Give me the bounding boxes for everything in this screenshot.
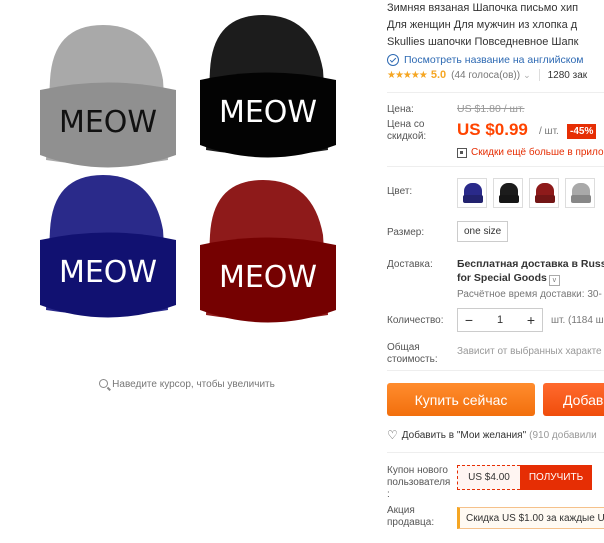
magnifier-icon: [99, 379, 109, 388]
seller-promo-label: Акция продавца:: [387, 505, 434, 529]
zoom-hint-text: Наведите курсор, чтобы увеличить: [112, 379, 275, 390]
swatch-hat-band: [571, 195, 591, 203]
quantity-input[interactable]: 1: [480, 314, 520, 326]
divider: [387, 452, 604, 453]
quantity-stepper: − 1 +: [457, 308, 543, 332]
swatch-hat-band: [535, 195, 555, 203]
swatch-hat-band: [463, 195, 483, 203]
app-promo-link[interactable]: Скидки ещё больше в прило: [457, 147, 604, 158]
rating-value: 5.0: [430, 69, 447, 81]
coupon-box: US $4.00 ПОЛУЧИТЬ: [457, 465, 592, 490]
separator: [538, 69, 540, 81]
quantity-label: Количество:: [387, 315, 444, 326]
color-label: Цвет:: [387, 186, 413, 197]
zoom-hint: Наведите курсор, чтобы увеличить: [0, 379, 374, 390]
hat-image: MEOW: [40, 25, 176, 168]
divider: [387, 92, 604, 93]
total-text: Зависит от выбранных характе: [457, 346, 602, 357]
star-icons: ★★★★★: [387, 69, 428, 81]
color-swatch-red[interactable]: [529, 178, 559, 208]
discount-badge: -45%: [567, 124, 597, 139]
divider: [387, 370, 604, 371]
coupon-label-line3: :: [387, 489, 390, 500]
shipping-info: Бесплатная доставка в Russia for Special…: [457, 257, 604, 286]
coupon-label: Купон нового пользователя :: [387, 465, 450, 501]
total-label-line1: Общая: [387, 342, 420, 353]
quantity-minus-button[interactable]: −: [458, 312, 480, 328]
wishlist-count: (910 добавили: [529, 429, 597, 441]
old-price: US $1.80 / шт.: [457, 103, 525, 115]
qr-code-icon: [457, 147, 467, 158]
translate-link[interactable]: Посмотреть название на английском: [387, 54, 604, 66]
app-promo-text: Скидки ещё больше в прило: [471, 147, 604, 158]
shipping-line2: for Special Goods: [457, 272, 547, 284]
divider: [387, 166, 604, 167]
color-swatch-navy[interactable]: [457, 178, 487, 208]
buy-now-button[interactable]: Купить сейчас: [387, 383, 535, 416]
product-gallery: MEOW MEOW MEOW MEOW Наведите курсор, чтобы …: [0, 0, 374, 543]
hat-text: MEOW: [219, 260, 317, 295]
orders-count: 1280 зак: [547, 69, 588, 81]
rating-votes[interactable]: (44 голоса(ов)): [451, 70, 520, 81]
chevron-down-icon[interactable]: ⌄: [523, 70, 531, 81]
current-price: US $0.99: [457, 120, 528, 139]
rating-row: ★★★★★ 5.0 (44 голоса(ов)) ⌄ 1280 зак: [387, 69, 604, 81]
total-label-line2: стоимость:: [387, 354, 438, 365]
shipping-label: Доставка:: [387, 259, 433, 270]
product-info: Зимняя вязаная Шапочка письмо хип Для же…: [387, 0, 604, 543]
get-coupon-button[interactable]: ПОЛУЧИТЬ: [520, 465, 592, 490]
hat-image: MEOW: [40, 175, 176, 318]
coupon-label-line2: пользователя: [387, 477, 451, 488]
chevron-down-icon[interactable]: v: [548, 275, 560, 286]
heart-icon: ♡: [387, 428, 398, 442]
wishlist-text: Добавить в "Мои желания": [401, 429, 527, 441]
hat-image: MEOW: [200, 180, 336, 323]
color-swatch-gray[interactable]: [565, 178, 595, 208]
color-swatches: [457, 178, 595, 208]
color-swatch-black[interactable]: [493, 178, 523, 208]
translate-icon: [387, 54, 399, 66]
shipping-line1: Бесплатная доставка в Russia: [457, 258, 604, 270]
title-line: Для женщин Для мужчин из хлопка д: [387, 19, 578, 31]
size-option[interactable]: one size: [457, 221, 509, 242]
coupon-value: US $4.00: [457, 465, 520, 490]
shipping-time: Расчётное время доставки: 30-: [457, 289, 602, 300]
hat-text: MEOW: [219, 95, 317, 130]
title-line: Зимняя вязаная Шапочка письмо хип: [387, 2, 579, 14]
quantity-plus-button[interactable]: +: [520, 312, 542, 328]
quantity-available: шт. (1184 ш: [551, 315, 604, 326]
hat-image: MEOW: [200, 15, 336, 158]
coupon-label-line1: Купон нового: [387, 465, 448, 476]
hat-text: MEOW: [59, 255, 157, 290]
seller-promo: Скидка US $1.00 за каждые US: [457, 507, 604, 529]
seller-promo-label-line2: продавца:: [387, 517, 435, 528]
swatch-hat-band: [499, 195, 519, 203]
title-line: Skullies шапочки Повседневное Шапк: [387, 36, 579, 48]
seller-promo-label-line1: Акция: [387, 505, 415, 516]
size-label: Размер:: [387, 227, 425, 238]
hat-text: MEOW: [59, 105, 157, 140]
product-image[interactable]: MEOW MEOW MEOW MEOW: [18, 0, 358, 370]
price-unit: / шт.: [539, 126, 559, 137]
product-title: Зимняя вязаная Шапочка письмо хип Для же…: [387, 0, 604, 51]
wishlist-link[interactable]: ♡ Добавить в "Мои желания" (910 добавили: [387, 428, 597, 442]
discount-price-label: Цена со скидкой:: [387, 119, 427, 142]
translate-link-text: Посмотреть название на английском: [404, 54, 584, 66]
total-label: Общая стоимость:: [387, 342, 438, 366]
add-to-cart-button[interactable]: Добав: [543, 383, 604, 416]
price-label: Цена:: [387, 104, 414, 115]
